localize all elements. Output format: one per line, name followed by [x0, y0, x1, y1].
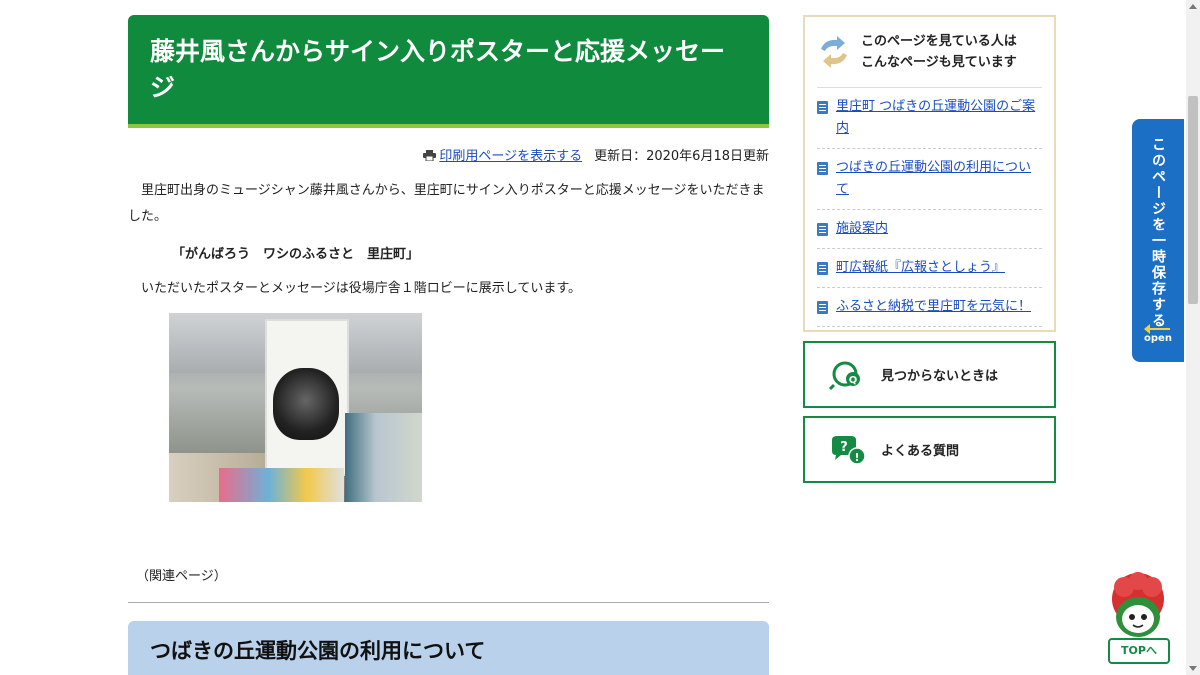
document-icon — [817, 262, 828, 275]
poster-photo — [169, 313, 422, 502]
list-item: つばきの丘運動公園の利用について — [817, 149, 1042, 210]
also-viewed-link[interactable]: つばきの丘運動公園の利用について — [836, 157, 1042, 201]
save-tab-open-label: open — [1144, 333, 1172, 344]
article-body: 里庄町出身のミュージシャン藤井風さんから、里庄町にサイン入りポスターと応援メッセ… — [128, 178, 769, 230]
printer-icon — [423, 150, 437, 161]
svg-text:?: ? — [840, 440, 848, 455]
document-icon — [817, 101, 828, 114]
also-viewed-list: 里庄町 つばきの丘運動公園のご案内 つばきの丘運動公園の利用について 施設案内 … — [817, 88, 1042, 327]
also-viewed-link[interactable]: 施設案内 — [836, 218, 888, 240]
scrollbar[interactable] — [1186, 0, 1200, 675]
updated-date: 更新日：2020年6月18日更新 — [594, 149, 769, 164]
arrow-left-icon — [1144, 324, 1170, 334]
also-viewed-link[interactable]: ふるさと納税で里庄町を元気に！ — [836, 296, 1031, 318]
refresh-arrows-icon — [821, 36, 847, 68]
main-content: 藤井風さんからサイン入りポスターと応援メッセージ 印刷用ページを表示する 更新日：… — [128, 15, 769, 675]
also-viewed-header: このページを見ている人は こんなページも見ています — [817, 31, 1042, 88]
save-page-tab[interactable]: このページを一時保存する open — [1132, 119, 1184, 362]
list-item: 里庄町 つばきの丘運動公園のご案内 — [817, 88, 1042, 149]
print-page-link[interactable]: 印刷用ページを表示する — [439, 149, 582, 164]
not-found-button[interactable]: Q 見つからないときは — [803, 341, 1056, 408]
list-item: 町広報紙『広報さとしょう』 — [817, 249, 1042, 288]
scroll-down-icon[interactable] — [1189, 666, 1197, 671]
not-found-label: 見つからないときは — [881, 369, 999, 384]
list-item: 施設案内 — [817, 210, 1042, 249]
list-item: ふるさと納税で里庄町を元気に！ — [817, 288, 1042, 327]
faq-button[interactable]: ? ! よくある質問 — [803, 416, 1056, 483]
paragraph-2: いただいたポスターとメッセージは役場庁舎１階ロビーに展示しています。 — [141, 281, 582, 296]
top-button[interactable]: TOPへ — [1108, 638, 1170, 664]
related-pages-label: （関連ページ） — [136, 569, 227, 584]
document-icon — [817, 162, 828, 175]
faq-icon: ? ! — [832, 435, 866, 465]
document-icon — [817, 301, 828, 314]
paragraph-1: 里庄町出身のミュージシャン藤井風さんから、里庄町にサイン入りポスターと応援メッセ… — [128, 183, 765, 224]
document-icon — [817, 223, 828, 236]
divider — [128, 602, 769, 603]
page-title-box: 藤井風さんからサイン入りポスターと応援メッセージ — [128, 15, 769, 128]
scrollbar-thumb[interactable] — [1188, 96, 1198, 304]
svg-text:Q: Q — [849, 375, 858, 386]
page-title: 藤井風さんからサイン入りポスターと応援メッセージ — [150, 37, 726, 102]
search-help-icon: Q — [829, 361, 860, 390]
related-heading: つばきの丘運動公園の利用について — [150, 639, 486, 663]
meta-row: 印刷用ページを表示する 更新日：2020年6月18日更新 — [128, 145, 769, 164]
also-viewed-heading: このページを見ている人は こんなページも見ています — [861, 34, 1017, 70]
faq-label: よくある質問 — [881, 444, 960, 459]
save-page-label: このページを一時保存する — [1150, 137, 1166, 329]
also-viewed-link[interactable]: 町広報紙『広報さとしょう』 — [836, 257, 1005, 279]
scroll-up-icon[interactable] — [1189, 4, 1197, 9]
svg-text:!: ! — [854, 451, 859, 464]
also-viewed-link[interactable]: 里庄町 つばきの丘運動公園のご案内 — [836, 96, 1042, 140]
related-heading-box: つばきの丘運動公園の利用について — [128, 621, 769, 675]
also-viewed-box: このページを見ている人は こんなページも見ています 里庄町 つばきの丘運動公園の… — [803, 15, 1056, 332]
quote-text: 「がんばろう ワシのふるさと 里庄町」 — [172, 247, 420, 262]
